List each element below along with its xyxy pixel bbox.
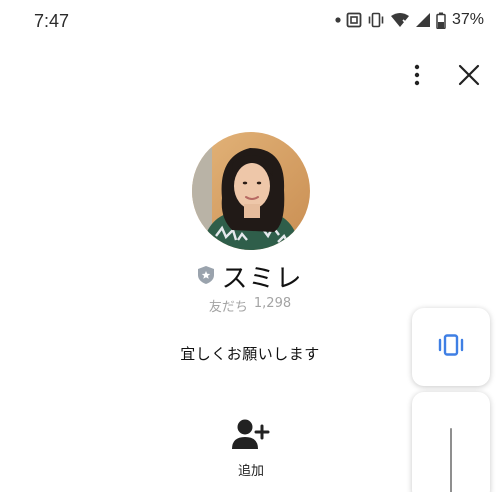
signal-icon: [415, 12, 431, 28]
header-actions: [400, 60, 486, 94]
add-friend-icon: [231, 418, 271, 454]
more-options-button[interactable]: [400, 60, 434, 94]
friends-label: 友だち: [208, 300, 248, 315]
nfc-icon: [346, 12, 362, 28]
battery-percent: 37%: [451, 11, 484, 28]
status-time: 7:47: [34, 11, 70, 31]
add-friend-button[interactable]: 追加: [222, 418, 280, 479]
shield-star-icon: [197, 265, 215, 289]
close-button[interactable]: [452, 60, 486, 94]
wifi-icon: [390, 12, 410, 28]
friends-number: 1,298: [253, 296, 292, 311]
close-icon: [458, 64, 480, 90]
ringer-mode-button[interactable]: [412, 308, 490, 386]
more-options-icon: [414, 64, 420, 90]
status-bar: 7:47 37%: [0, 0, 500, 40]
profile-name-row: スミレ: [0, 258, 500, 295]
add-friend-label: 追加: [237, 464, 264, 479]
avatar[interactable]: [192, 132, 310, 250]
notification-dot-icon: [335, 17, 341, 23]
vibrate-icon: [436, 334, 466, 360]
volume-slider[interactable]: [412, 392, 490, 492]
battery-icon: [436, 12, 446, 29]
status-icons: 37%: [335, 10, 484, 30]
volume-slider-track[interactable]: [450, 428, 452, 492]
vibrate-icon: [367, 12, 385, 28]
profile-name: スミレ: [221, 264, 303, 294]
